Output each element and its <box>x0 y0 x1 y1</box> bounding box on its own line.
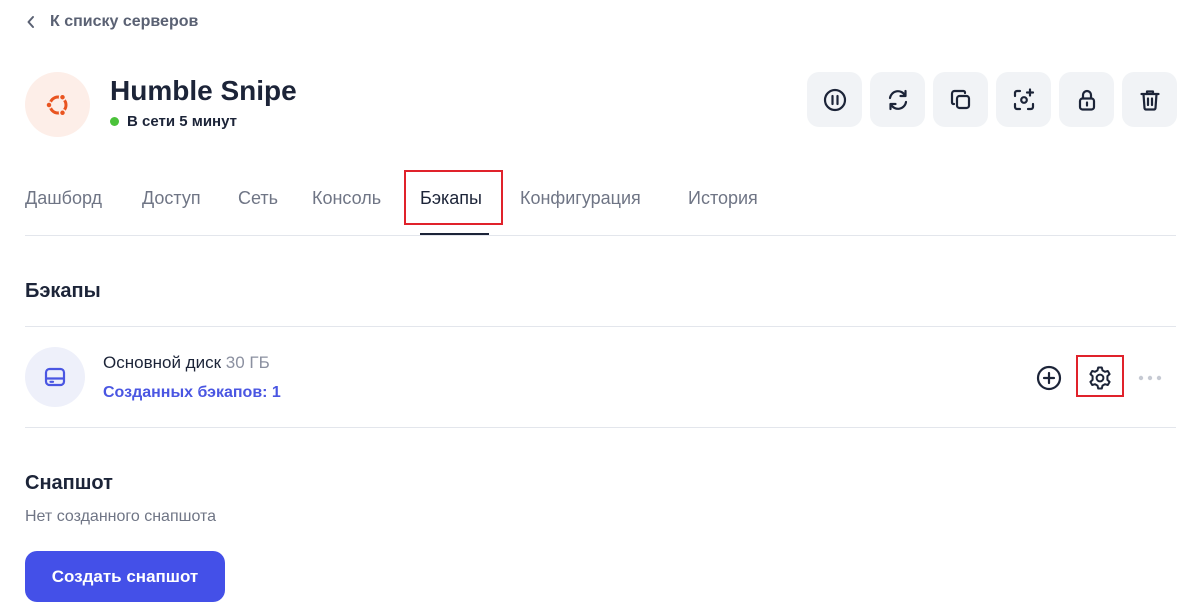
drive-icon <box>44 367 66 387</box>
created-backups-link[interactable]: Созданных бэкапов: 1 <box>103 384 281 402</box>
backups-divider-top <box>25 326 1176 327</box>
delete-button[interactable] <box>1122 72 1177 127</box>
disk-title: Основной диск 30 ГБ <box>103 353 270 373</box>
lock-button[interactable] <box>1059 72 1114 127</box>
server-status: В сети 5 минут <box>110 113 237 130</box>
tab-network[interactable]: Сеть <box>238 188 278 209</box>
tab-history[interactable]: История <box>688 188 758 209</box>
server-actions <box>807 72 1177 127</box>
trash-icon <box>1139 89 1160 111</box>
back-to-servers-link[interactable]: К списку серверов <box>26 11 198 33</box>
plus-circle-icon <box>1036 365 1062 391</box>
pause-button[interactable] <box>807 72 862 127</box>
restart-button[interactable] <box>870 72 925 127</box>
more-options-button[interactable] <box>1136 364 1164 392</box>
create-snapshot-button[interactable]: Создать снапшот <box>25 551 225 602</box>
backups-divider-bottom <box>25 427 1176 428</box>
disk-avatar <box>25 347 85 407</box>
snapshot-button[interactable] <box>996 72 1051 127</box>
add-backup-button[interactable] <box>1035 364 1063 392</box>
pause-icon <box>823 88 846 111</box>
snapshot-empty-text: Нет созданного снапшота <box>25 508 217 525</box>
server-name: Humble Snipe <box>110 75 297 106</box>
back-label: К списку серверов <box>50 13 199 30</box>
lock-icon <box>1078 89 1095 111</box>
ubuntu-icon <box>44 92 67 117</box>
copy-icon <box>950 89 970 109</box>
chevron-left-icon <box>27 16 34 28</box>
tab-dashboard[interactable]: Дашборд <box>25 188 102 209</box>
backups-section-title: Бэкапы <box>25 280 101 302</box>
tab-configuration[interactable]: Конфигурация <box>520 188 641 209</box>
snapshot-section-title: Снапшот <box>25 472 113 494</box>
disk-size: 30 ГБ <box>225 353 270 372</box>
disk-name: Основной диск <box>103 353 222 372</box>
tab-console[interactable]: Консоль <box>312 188 381 209</box>
server-tabs: Дашборд Доступ Сеть Консоль Бэкапы Конфи… <box>25 170 1176 236</box>
status-dot <box>110 117 119 126</box>
status-text: В сети 5 минут <box>127 113 237 130</box>
clone-button[interactable] <box>933 72 988 127</box>
screenshot-icon <box>1013 87 1034 110</box>
restart-icon <box>888 89 907 110</box>
settings-highlight-box <box>1076 355 1124 397</box>
more-dots-icon <box>1138 375 1162 381</box>
tab-access[interactable]: Доступ <box>142 188 201 209</box>
server-os-avatar <box>25 72 90 137</box>
active-tab-indicator <box>420 233 489 235</box>
tab-highlight-box <box>404 170 503 225</box>
